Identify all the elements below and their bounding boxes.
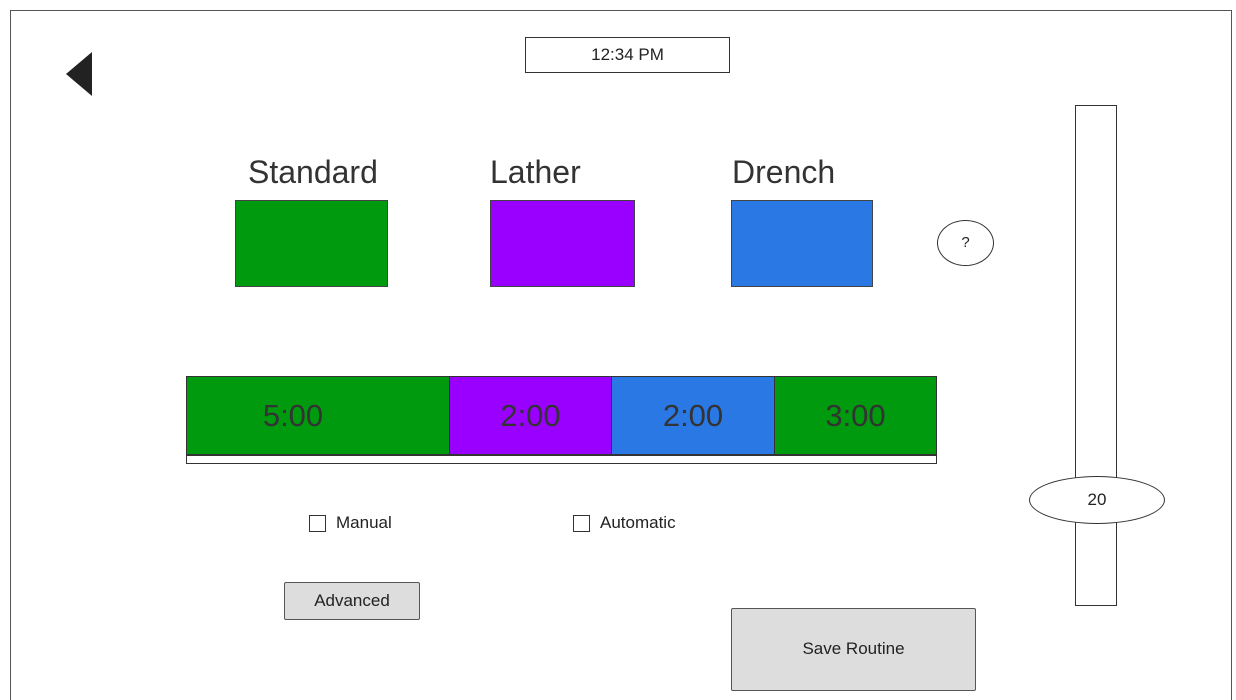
device-frame	[10, 10, 1232, 700]
segment-time-label: 2:00	[500, 397, 561, 433]
mode-label-standard: Standard	[248, 154, 378, 190]
automatic-option: Automatic	[573, 513, 676, 533]
timeline-segment-lather[interactable]: 2:00	[449, 377, 611, 454]
segment-time-label: 2:00	[662, 397, 724, 433]
slider-thumb[interactable]: 20	[1029, 476, 1165, 524]
automatic-checkbox[interactable]	[573, 514, 590, 532]
segment-time-label: 5:00	[262, 397, 324, 433]
save-routine-button[interactable]: Save Routine	[731, 608, 976, 691]
clock-display: 12:34 PM	[525, 37, 730, 73]
timeline-segment-standard[interactable]: 5:00	[187, 377, 449, 454]
routine-timeline: 5:00 2:00 2:00 3:00	[186, 376, 937, 455]
mode-label-drench: Drench	[732, 154, 836, 190]
manual-label: Manual	[336, 513, 392, 532]
mode-swatch-lather[interactable]	[490, 200, 635, 287]
back-arrow-icon[interactable]	[66, 52, 92, 96]
vertical-slider-track[interactable]	[1075, 105, 1117, 606]
mode-swatch-standard[interactable]	[235, 200, 388, 287]
timeline-segment-drench[interactable]: 2:00	[611, 377, 774, 454]
mode-swatch-drench[interactable]	[731, 200, 873, 287]
mode-label-lather: Lather	[490, 154, 581, 190]
manual-checkbox[interactable]	[309, 514, 326, 532]
automatic-label: Automatic	[600, 513, 676, 532]
advanced-button[interactable]: Advanced	[284, 582, 420, 620]
help-button[interactable]: ?	[937, 220, 994, 266]
manual-option: Manual	[309, 513, 392, 533]
timeline-scrubber-track[interactable]	[186, 455, 937, 464]
segment-time-label: 3:00	[825, 397, 886, 433]
timeline-segment-standard[interactable]: 3:00	[774, 377, 936, 454]
